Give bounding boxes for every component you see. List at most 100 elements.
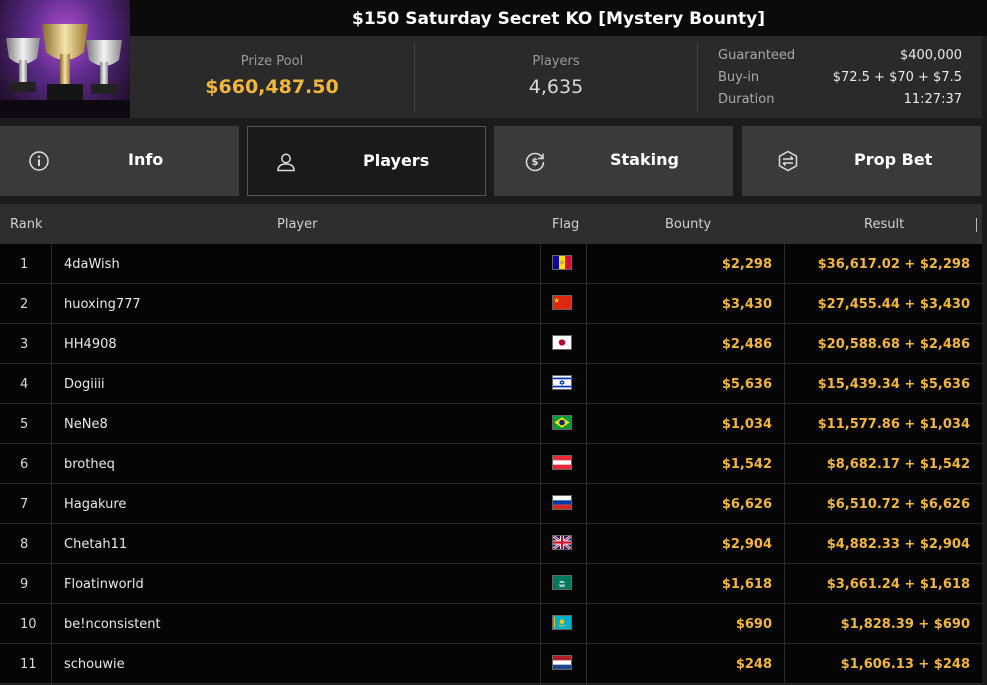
rank-cell: 8	[20, 537, 29, 552]
rank-cell: 2	[20, 297, 29, 312]
column-player: Player	[277, 217, 318, 232]
column-divider	[784, 244, 785, 284]
column-divider	[51, 324, 52, 364]
table-row[interactable]: 8 Chetah11 $2,904 $4,882.33 + $2,904	[0, 524, 982, 564]
table-row[interactable]: 3 HH4908 $2,486 $20,588.68 + $2,486	[0, 324, 982, 364]
tab-players-label: Players	[363, 151, 430, 170]
players-stat: Players 4,635	[415, 36, 697, 118]
table-row[interactable]: 2 huoxing777 $3,430 $27,455.44 + $3,430	[0, 284, 982, 324]
tab-info[interactable]: Info	[0, 126, 239, 196]
table-row[interactable]: 10 be!nconsistent $690 $1,828.39 + $690	[0, 604, 982, 644]
column-divider	[586, 364, 587, 404]
player-name[interactable]: huoxing777	[64, 297, 141, 312]
column-divider	[784, 324, 785, 364]
bounty-cell: $6,626	[721, 497, 772, 512]
table-row[interactable]: 4 Dogiiii $5,636 $15,439.34 + $5,636	[0, 364, 982, 404]
column-divider	[540, 644, 541, 684]
stats-panel: Prize Pool $660,487.50 Players 4,635 Gua…	[130, 36, 982, 118]
table-row[interactable]: 5 NeNe8 $1,034 $11,577.86 + $1,034	[0, 404, 982, 444]
bounty-cell: $2,486	[721, 337, 772, 352]
player-name[interactable]: Dogiiii	[64, 377, 105, 392]
column-divider	[586, 604, 587, 644]
column-divider	[784, 564, 785, 604]
table-row[interactable]: 6 brotheq $1,542 $8,682.17 + $1,542	[0, 444, 982, 484]
brazil-flag-icon	[552, 415, 572, 430]
table-row[interactable]: 1 4daWish $2,298 $36,617.02 + $2,298	[0, 244, 982, 284]
tournament-header: $150 Saturday Secret KO [Mystery Bounty]…	[0, 0, 987, 118]
table-row[interactable]: 7 Hagakure $6,626 $6,510.72 + $6,626	[0, 484, 982, 524]
tab-staking-label: Staking	[610, 150, 679, 169]
tab-staking[interactable]: $ Staking	[494, 126, 733, 196]
united-kingdom-flag-icon	[552, 535, 572, 550]
result-cell: $36,617.02 + $2,298	[817, 257, 970, 272]
column-divider	[540, 364, 541, 404]
player-name[interactable]: NeNe8	[64, 417, 108, 432]
column-resize-handle[interactable]	[976, 218, 977, 232]
column-divider	[586, 404, 587, 444]
column-divider	[784, 284, 785, 324]
column-divider	[586, 644, 587, 684]
tournament-title: $150 Saturday Secret KO [Mystery Bounty]	[130, 0, 987, 36]
column-result: Result	[864, 217, 905, 232]
player-name[interactable]: 4daWish	[64, 257, 120, 272]
result-cell: $15,439.34 + $5,636	[817, 377, 970, 392]
column-divider	[784, 644, 785, 684]
column-divider	[540, 444, 541, 484]
guaranteed-row: Guaranteed $400,000	[718, 48, 962, 70]
player-name[interactable]: HH4908	[64, 337, 117, 352]
column-divider	[51, 284, 52, 324]
column-divider	[586, 324, 587, 364]
result-cell: $27,455.44 + $3,430	[817, 297, 970, 312]
column-rank: Rank	[10, 217, 43, 232]
buy-in-value: $72.5 + $70 + $7.5	[832, 70, 962, 85]
column-divider	[784, 484, 785, 524]
column-divider	[784, 364, 785, 404]
column-divider	[540, 284, 541, 324]
tab-info-label: Info	[128, 150, 164, 169]
column-divider	[540, 244, 541, 284]
tab-prop-bet[interactable]: Prop Bet	[742, 126, 981, 196]
netherlands-flag-icon	[552, 655, 572, 670]
player-name[interactable]: schouwie	[64, 657, 125, 672]
rank-cell: 3	[20, 337, 29, 352]
column-divider	[51, 524, 52, 564]
result-cell: $8,682.17 + $1,542	[826, 457, 970, 472]
tab-players[interactable]: Players	[247, 126, 486, 196]
dollar-refresh-icon: $	[525, 152, 545, 172]
player-name[interactable]: Hagakure	[64, 497, 126, 512]
info-icon	[29, 151, 49, 171]
column-flag: Flag	[552, 217, 580, 232]
prize-pool-label: Prize Pool	[240, 54, 304, 69]
trophy-image	[0, 0, 130, 118]
player-name[interactable]: Chetah11	[64, 537, 127, 552]
player-name[interactable]: brotheq	[64, 457, 115, 472]
column-divider	[51, 564, 52, 604]
duration-row: Duration 11:27:37	[718, 92, 962, 114]
austria-flag-icon	[552, 455, 572, 470]
result-cell: $3,661.24 + $1,618	[826, 577, 970, 592]
table-header: Rank Player Flag Bounty Result	[0, 204, 982, 244]
divider	[697, 42, 698, 112]
prize-pool-value: $660,487.50	[205, 76, 339, 98]
bounty-cell: $1,618	[721, 577, 772, 592]
result-cell: $1,828.39 + $690	[840, 617, 970, 632]
table-row[interactable]: 9 Floatinworld $1,618 $3,661.24 + $1,618	[0, 564, 982, 604]
kazakhstan-flag-icon	[552, 615, 572, 630]
column-divider	[51, 644, 52, 684]
bounty-cell: $1,034	[721, 417, 772, 432]
table-row[interactable]: 11 schouwie $248 $1,606.13 + $248	[0, 644, 982, 684]
bounty-cell: $2,904	[721, 537, 772, 552]
russia-flag-icon	[552, 495, 572, 510]
column-divider	[586, 444, 587, 484]
bounty-cell: $3,430	[721, 297, 772, 312]
column-divider	[586, 284, 587, 324]
player-name[interactable]: be!nconsistent	[64, 617, 161, 632]
column-divider	[540, 604, 541, 644]
column-divider	[586, 524, 587, 564]
player-name[interactable]: Floatinworld	[64, 577, 144, 592]
israel-flag-icon	[552, 375, 572, 390]
bounty-cell: $2,298	[721, 257, 772, 272]
column-divider	[51, 404, 52, 444]
rank-cell: 1	[20, 257, 29, 272]
rank-cell: 4	[20, 377, 29, 392]
